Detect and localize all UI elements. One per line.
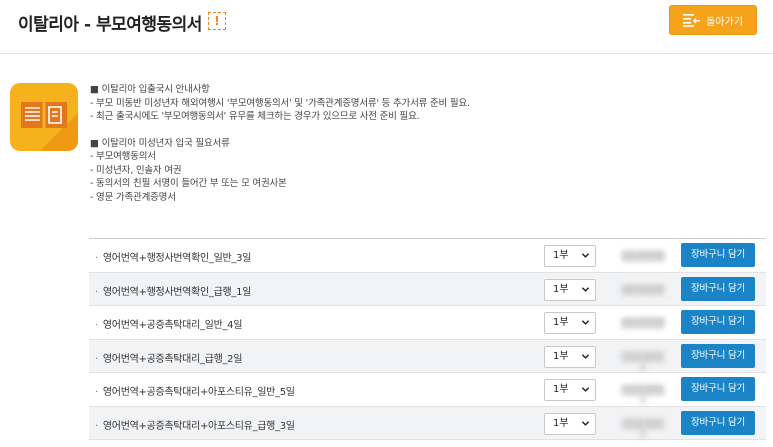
chevron-down-icon xyxy=(581,387,590,392)
product-row: 영어번역+공증촉탁대리_급행_2일 1부 132,000원 장바구니 담기 xyxy=(89,339,766,374)
price-blurred: 55,000원 xyxy=(621,250,665,262)
entry-notice-line: - 최근 출국시에도 '부모여행동의서' 유무를 체크하는 경우가 있으므로 사… xyxy=(90,111,420,122)
product-row: 영어번역+공증촉탁대리_일반_4일 1부 99,000원 장바구니 담기 xyxy=(89,306,766,340)
price-blurred: 176,000원 xyxy=(621,417,665,441)
chevron-down-icon xyxy=(581,253,590,258)
add-to-cart-button[interactable]: 장바구니 담기 xyxy=(681,377,755,401)
required-docs: ■ 이탈리아 미성년자 입국 필요서류 - 부모여행동의서 - 미성년자, 인솔… xyxy=(90,137,760,205)
quantity-select[interactable]: 1부 xyxy=(544,245,596,267)
add-to-cart-button[interactable]: 장바구니 담기 xyxy=(681,410,755,435)
price-blurred: 88,000원 xyxy=(621,283,665,296)
chevron-down-icon xyxy=(581,353,590,359)
quantity-value: 1부 xyxy=(553,384,569,395)
product-name: 영어번역+공증촉탁대리+아포스티유_급행_3일 xyxy=(95,417,295,432)
product-row: 영어번역+공증촉탁대리+아포스티유_일반_5일 1부 143,000원 장바구니… xyxy=(89,373,766,407)
product-row: 영어번역+행정사번역확인_급행_1일 1부 88,000원 장바구니 담기 xyxy=(89,272,766,306)
back-button-label: 돌아가기 xyxy=(706,16,743,28)
back-list-icon xyxy=(683,13,701,27)
back-button[interactable]: 돌아가기 xyxy=(669,5,757,35)
quantity-select[interactable]: 1부 xyxy=(544,412,596,435)
entry-notice-heading: ■ 이탈리아 입출국시 안내사항 xyxy=(90,84,210,95)
required-docs-heading: ■ 이탈리아 미성년자 입국 필요서류 xyxy=(90,137,230,149)
quantity-select[interactable]: 1부 xyxy=(544,345,596,368)
product-name: 영어번역+행정사번역확인_일반_3일 xyxy=(95,249,251,264)
chevron-down-icon xyxy=(581,286,590,292)
add-to-cart-button[interactable]: 장바구니 담기 xyxy=(681,276,755,301)
document-icon xyxy=(10,83,78,151)
required-doc-item: - 영문 가족관계증명서 xyxy=(90,191,176,203)
required-doc-item: - 미성년자, 인솔자 여권 xyxy=(90,164,182,176)
quantity-select[interactable]: 1부 xyxy=(544,278,596,301)
quantity-value: 1부 xyxy=(553,350,569,362)
product-name: 영어번역+공증촉탁대리+아포스티유_일반_5일 xyxy=(95,383,295,398)
product-name: 영어번역+행정사번역확인_급행_1일 xyxy=(95,283,251,298)
page-header: 이탈리아 - 부모여행동의서 ! 돌아가기 xyxy=(0,0,773,54)
required-doc-item: - 부모여행동의서 xyxy=(90,151,156,162)
chevron-down-icon xyxy=(581,420,590,426)
add-to-cart-button[interactable]: 장바구니 담기 xyxy=(681,243,755,267)
product-row: 영어번역+공증촉탁대리+아포스티유_급행_3일 1부 176,000원 장바구니… xyxy=(89,406,766,441)
alert-icon[interactable]: ! xyxy=(208,12,226,30)
price-blurred: 132,000원 xyxy=(621,350,665,374)
add-to-cart-button[interactable]: 장바구니 담기 xyxy=(681,310,755,334)
entry-notice-line: - 부모 미동반 미성년자 해외여행시 '부모여행동의서' 및 '가족관계증명서… xyxy=(90,97,470,109)
quantity-value: 1부 xyxy=(553,417,569,429)
product-name: 영어번역+공증촉탁대리_일반_4일 xyxy=(95,316,243,331)
chevron-down-icon xyxy=(581,320,590,325)
entry-notice: ■ 이탈리아 입출국시 안내사항 - 부모 미동반 미성년자 해외여행시 '부모… xyxy=(90,83,760,124)
add-to-cart-button[interactable]: 장바구니 담기 xyxy=(681,343,755,368)
info-notice: ■ 이탈리아 입출국시 안내사항 - 부모 미동반 미성년자 해외여행시 '부모… xyxy=(90,83,760,204)
product-row: 영어번역+행정사번역확인_일반_3일 1부 55,000원 장바구니 담기 xyxy=(89,239,766,273)
product-table: 영어번역+행정사번역확인_일반_3일 1부 55,000원 장바구니 담기 영어… xyxy=(89,238,766,441)
product-name: 영어번역+공증촉탁대리_급행_2일 xyxy=(95,350,243,365)
quantity-value: 1부 xyxy=(553,250,569,261)
required-doc-item: - 동의서의 친필 서명이 들어간 부 또는 모 여권사본 xyxy=(90,178,287,189)
page-title: 이탈리아 - 부모여행동의서 xyxy=(18,15,202,35)
quantity-value: 1부 xyxy=(553,317,569,328)
price-blurred: 143,000원 xyxy=(621,384,665,407)
quantity-select[interactable]: 1부 xyxy=(544,379,596,401)
quantity-value: 1부 xyxy=(553,283,569,295)
price-blurred: 99,000원 xyxy=(621,317,665,329)
quantity-select[interactable]: 1부 xyxy=(544,312,596,334)
